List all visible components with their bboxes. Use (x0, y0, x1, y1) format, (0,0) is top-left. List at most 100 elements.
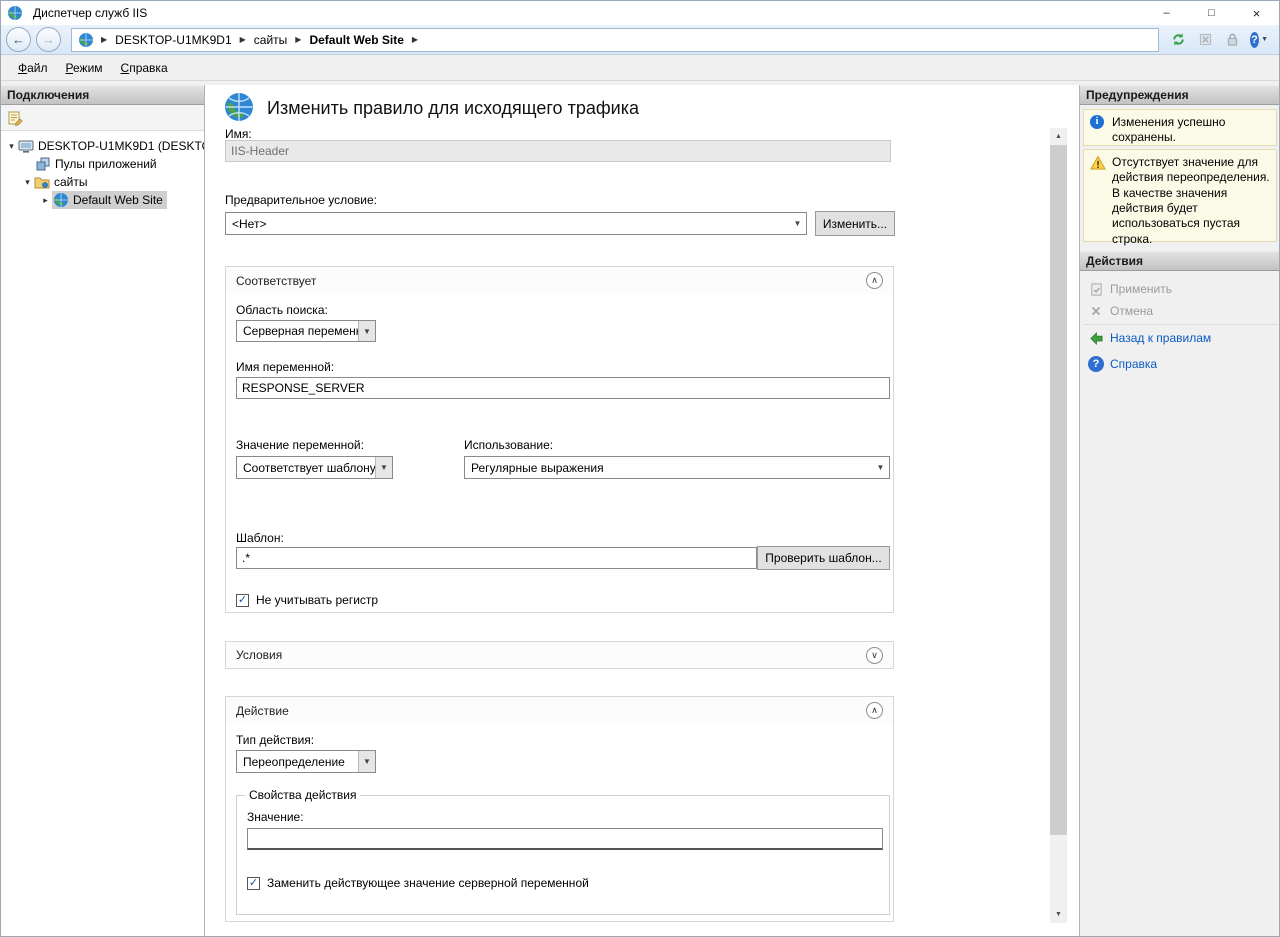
variable-value-select[interactable]: Соответствует шаблону ▼ (236, 456, 393, 479)
feature-page: Изменить правило для исходящего трафика … (205, 85, 1079, 937)
using-select[interactable]: Регулярные выражения ▼ (464, 456, 890, 479)
tree-label-sites[interactable]: сайты (54, 175, 88, 189)
chevron-down-icon: ▼ (872, 457, 889, 478)
apply-icon (1088, 281, 1104, 297)
apply-action: Применить (1080, 278, 1280, 300)
new-connection-icon[interactable] (7, 110, 23, 126)
replace-checkbox[interactable]: ✓ (247, 877, 260, 890)
using-value: Регулярные выражения (471, 461, 872, 475)
breadcrumb-separator-icon: ▶ (407, 35, 423, 44)
app-icon (7, 5, 23, 21)
scroll-up-icon[interactable]: ▲ (1050, 128, 1067, 145)
actions-header: Действия (1080, 251, 1280, 271)
edit-precondition-button[interactable]: Изменить... (815, 211, 895, 236)
tree-label-default-web-site[interactable]: Default Web Site (73, 193, 163, 207)
tree-label-app-pools[interactable]: Пулы приложений (55, 157, 157, 171)
action-properties-legend: Свойства действия (245, 788, 360, 802)
restart-icon[interactable] (1169, 31, 1187, 49)
pattern-input[interactable] (236, 547, 757, 569)
variable-name-input[interactable] (236, 377, 890, 399)
scope-select[interactable]: Серверная переменн ▼ (236, 320, 376, 342)
ignore-case-checkbox[interactable]: ✓ (236, 594, 249, 607)
action-section-header[interactable]: Действие ∧ (226, 697, 893, 724)
breadcrumb-item-server[interactable]: DESKTOP-U1MK9D1 (112, 33, 234, 47)
tree-row-sites[interactable]: ▾ сайты (1, 173, 204, 191)
back-button[interactable]: ← (6, 27, 31, 52)
precondition-label: Предварительное условие: (225, 193, 377, 207)
test-pattern-label: Проверить шаблон... (765, 551, 881, 565)
tree-row-app-pools[interactable]: Пулы приложений (1, 155, 204, 173)
collapse-section-icon[interactable]: ∧ (866, 272, 883, 289)
scroll-down-icon[interactable]: ▼ (1050, 906, 1067, 923)
warning-icon (1090, 155, 1106, 171)
conditions-section: Условия ∨ (225, 641, 894, 669)
ignore-case-checkbox-row: ✓ Не учитывать регистр (236, 593, 378, 607)
match-section: Соответствует ∧ Область поиска: Серверна… (225, 266, 894, 613)
expanded-icon[interactable]: ▾ (5, 141, 18, 152)
test-pattern-button[interactable]: Проверить шаблон... (757, 546, 890, 570)
page-globe-icon (223, 91, 255, 123)
breadcrumb: ▶ DESKTOP-U1MK9D1 ▶ сайты ▶ Default Web … (71, 28, 1159, 52)
back-to-rules-action[interactable]: Назад к правилам (1080, 327, 1280, 349)
precondition-select[interactable]: <Нет> ▼ (225, 212, 807, 235)
conditions-section-title: Условия (236, 648, 866, 662)
vertical-scrollbar[interactable]: ▲ ▼ (1050, 128, 1067, 923)
menu-help[interactable]: Справка (112, 58, 177, 78)
breadcrumb-item-default-web-site[interactable]: Default Web Site (306, 33, 406, 47)
action-type-value: Переопределение (243, 755, 358, 769)
replace-checkbox-row: ✓ Заменить действующее значение серверно… (247, 876, 589, 890)
check-icon: ✓ (249, 878, 258, 889)
using-label: Использование: (464, 438, 553, 452)
maximize-button[interactable]: □ (1189, 1, 1234, 25)
tree-row-default-web-site[interactable]: ▸ Default Web Site (1, 191, 204, 209)
tree-label-server[interactable]: DESKTOP-U1MK9D1 (DESKTOP (38, 139, 204, 153)
action-type-label: Тип действия: (236, 733, 314, 747)
alert-warning-text: Отсутствует значение для действия переоп… (1112, 155, 1272, 236)
menu-view[interactable]: Режим (57, 58, 112, 78)
back-to-rules-label[interactable]: Назад к правилам (1110, 331, 1211, 345)
action-value-input[interactable] (247, 828, 883, 850)
app-pools-icon (35, 156, 51, 172)
sites-folder-icon (34, 174, 50, 190)
chevron-down-icon: ▼ (375, 457, 392, 478)
minimize-button[interactable]: – (1144, 1, 1189, 25)
replace-label: Заменить действующее значение серверной … (267, 876, 589, 890)
help-icon[interactable]: ?▼ (1250, 31, 1268, 49)
breadcrumb-item-sites[interactable]: сайты (251, 33, 291, 47)
selected-tree-item[interactable]: Default Web Site (52, 191, 167, 209)
globe-icon (78, 32, 94, 48)
forward-button[interactable]: → (36, 27, 61, 52)
close-button[interactable]: × (1234, 1, 1279, 25)
chevron-down-icon: ▼ (358, 751, 375, 772)
help-label[interactable]: Справка (1110, 357, 1157, 371)
menu-file[interactable]: Файл (9, 58, 57, 78)
lock-icon (1223, 31, 1241, 49)
match-section-header[interactable]: Соответствует ∧ (226, 267, 893, 294)
stop-icon (1196, 31, 1214, 49)
cancel-icon (1088, 303, 1104, 319)
action-value-label: Значение: (247, 810, 304, 824)
collapse-section-icon[interactable]: ∧ (866, 702, 883, 719)
help-action[interactable]: ? Справка (1080, 353, 1280, 375)
action-type-select[interactable]: Переопределение ▼ (236, 750, 376, 773)
scrollbar-thumb[interactable] (1050, 145, 1067, 835)
variable-value-value: Соответствует шаблону (243, 461, 375, 475)
connections-header: Подключения (1, 85, 204, 105)
address-bar: ← → ▶ DESKTOP-U1MK9D1 ▶ сайты ▶ Default … (1, 25, 1279, 55)
conditions-section-header[interactable]: Условия ∨ (226, 642, 893, 668)
window-controls: – □ × (1144, 1, 1279, 25)
expanded-icon[interactable]: ▾ (21, 177, 34, 188)
ignore-case-label: Не учитывать регистр (256, 593, 378, 607)
connections-tree: ▾ DESKTOP-U1MK9D1 (DESKTOP Пулы приложен… (1, 133, 204, 937)
name-label: Имя: (225, 127, 252, 141)
right-panel: Предупреждения i Изменения успешно сохра… (1079, 85, 1280, 937)
connections-header-label: Подключения (7, 88, 89, 102)
variable-name-label: Имя переменной: (236, 360, 334, 374)
collapsed-icon[interactable]: ▸ (39, 195, 52, 206)
tree-row-server[interactable]: ▾ DESKTOP-U1MK9D1 (DESKTOP (1, 137, 204, 155)
variable-value-label: Значение переменной: (236, 438, 364, 452)
expand-section-icon[interactable]: ∨ (866, 647, 883, 664)
chevron-down-icon: ▼ (789, 213, 806, 234)
actions-header-label: Действия (1086, 254, 1143, 268)
help-circle-icon: ? (1088, 356, 1104, 372)
